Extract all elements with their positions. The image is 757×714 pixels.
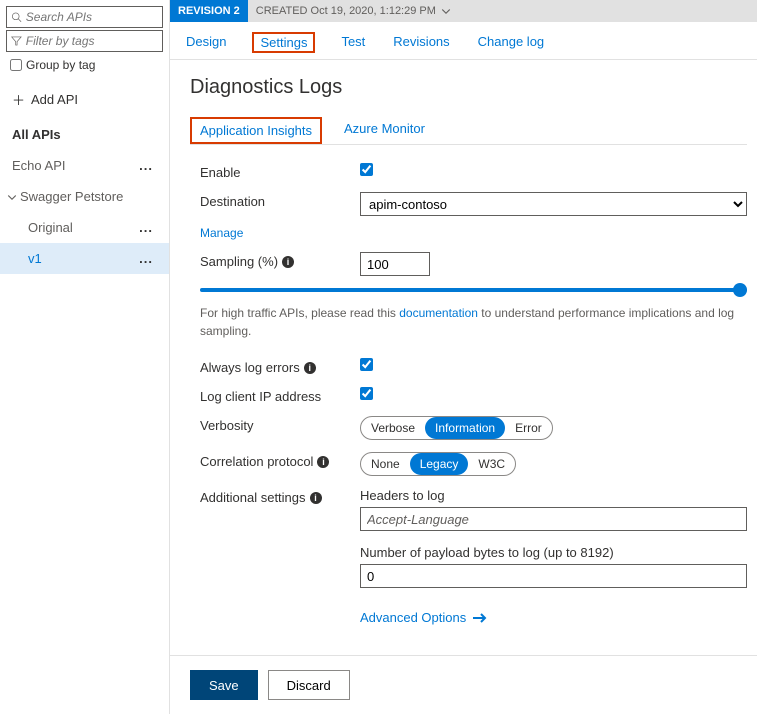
add-api-button[interactable]: ＋ Add API xyxy=(12,90,157,109)
tab-settings[interactable]: Settings xyxy=(252,32,315,53)
info-icon[interactable]: i xyxy=(317,456,329,468)
filter-icon xyxy=(11,35,22,47)
enable-checkbox[interactable] xyxy=(360,163,373,176)
always-log-checkbox[interactable] xyxy=(360,358,373,371)
correlation-group: None Legacy W3C xyxy=(360,452,516,476)
sampling-note: For high traffic APIs, please read this … xyxy=(200,304,747,340)
subtabs: Application Insights Azure Monitor xyxy=(190,117,747,145)
sidebar-item-original[interactable]: Original ... xyxy=(0,212,169,243)
documentation-link[interactable]: documentation xyxy=(399,306,478,320)
revision-created[interactable]: CREATED Oct 19, 2020, 1:12:29 PM xyxy=(256,5,452,17)
headers-input[interactable] xyxy=(360,507,747,531)
subtab-application-insights[interactable]: Application Insights xyxy=(190,117,322,144)
chevron-down-icon xyxy=(440,5,452,17)
additional-label: Additional settings i xyxy=(200,488,360,505)
verbosity-error[interactable]: Error xyxy=(505,417,552,439)
discard-button[interactable]: Discard xyxy=(268,670,350,700)
group-by-checkbox[interactable] xyxy=(10,59,22,71)
advanced-options-link[interactable]: Advanced Options xyxy=(360,610,488,625)
revision-bar: REVISION 2 CREATED Oct 19, 2020, 1:12:29… xyxy=(170,0,757,22)
verbosity-label: Verbosity xyxy=(200,416,360,433)
all-apis-item[interactable]: All APIs xyxy=(0,119,169,150)
verbosity-verbose[interactable]: Verbose xyxy=(361,417,425,439)
slider-thumb[interactable] xyxy=(733,283,747,297)
tabs: Design Settings Test Revisions Change lo… xyxy=(170,22,757,60)
subtab-azure-monitor[interactable]: Azure Monitor xyxy=(340,117,429,144)
sidebar-item-v1[interactable]: v1 ... xyxy=(0,243,169,274)
plus-icon: ＋ xyxy=(12,90,25,109)
sampling-slider[interactable] xyxy=(200,288,747,292)
filter-tags-box[interactable] xyxy=(6,30,163,52)
tab-design[interactable]: Design xyxy=(184,32,228,53)
verbosity-information[interactable]: Information xyxy=(425,417,505,439)
sampling-input[interactable] xyxy=(360,252,430,276)
manage-link[interactable]: Manage xyxy=(200,226,243,240)
correlation-none[interactable]: None xyxy=(361,453,410,475)
headers-label: Headers to log xyxy=(360,488,747,503)
search-icon xyxy=(11,11,22,23)
payload-label: Number of payload bytes to log (up to 81… xyxy=(360,545,747,560)
correlation-w3c[interactable]: W3C xyxy=(468,453,515,475)
enable-label: Enable xyxy=(200,163,360,180)
destination-select[interactable]: apim-contoso xyxy=(360,192,747,216)
destination-label: Destination xyxy=(200,192,360,209)
main: REVISION 2 CREATED Oct 19, 2020, 1:12:29… xyxy=(170,0,757,714)
sidebar-item-echo-api[interactable]: Echo API ... xyxy=(0,150,169,181)
group-by-tag[interactable]: Group by tag xyxy=(10,58,159,72)
more-icon[interactable]: ... xyxy=(139,251,157,266)
arrow-right-icon xyxy=(472,612,488,624)
info-icon[interactable]: i xyxy=(310,492,322,504)
page-title: Diagnostics Logs xyxy=(190,76,747,99)
info-icon[interactable]: i xyxy=(282,256,294,268)
verbosity-group: Verbose Information Error xyxy=(360,416,553,440)
always-log-label: Always log errors i xyxy=(200,358,360,375)
correlation-label: Correlation protocol i xyxy=(200,452,360,469)
tab-changelog[interactable]: Change log xyxy=(476,32,547,53)
form: Enable Destination apim-contoso Manage xyxy=(190,163,747,625)
payload-input[interactable] xyxy=(360,564,747,588)
revision-badge[interactable]: REVISION 2 xyxy=(170,0,248,22)
group-by-label: Group by tag xyxy=(26,58,95,72)
log-ip-label: Log client IP address xyxy=(200,387,360,404)
more-icon[interactable]: ... xyxy=(139,158,157,173)
more-icon[interactable]: ... xyxy=(139,220,157,235)
chevron-down-icon xyxy=(6,191,18,203)
correlation-legacy[interactable]: Legacy xyxy=(410,453,469,475)
info-icon[interactable]: i xyxy=(304,362,316,374)
search-apis-input[interactable] xyxy=(26,10,158,24)
sampling-label: Sampling (%) i xyxy=(200,252,360,269)
log-ip-checkbox[interactable] xyxy=(360,387,373,400)
sidebar-group-swagger-petstore[interactable]: Swagger Petstore xyxy=(0,181,169,212)
filter-tags-input[interactable] xyxy=(26,34,158,48)
tab-revisions[interactable]: Revisions xyxy=(391,32,451,53)
sidebar: Group by tag ＋ Add API All APIs Echo API… xyxy=(0,0,170,714)
search-apis-box[interactable] xyxy=(6,6,163,28)
content: Diagnostics Logs Application Insights Az… xyxy=(170,60,757,655)
tab-test[interactable]: Test xyxy=(339,32,367,53)
footer: Save Discard xyxy=(170,655,757,714)
save-button[interactable]: Save xyxy=(190,670,258,700)
